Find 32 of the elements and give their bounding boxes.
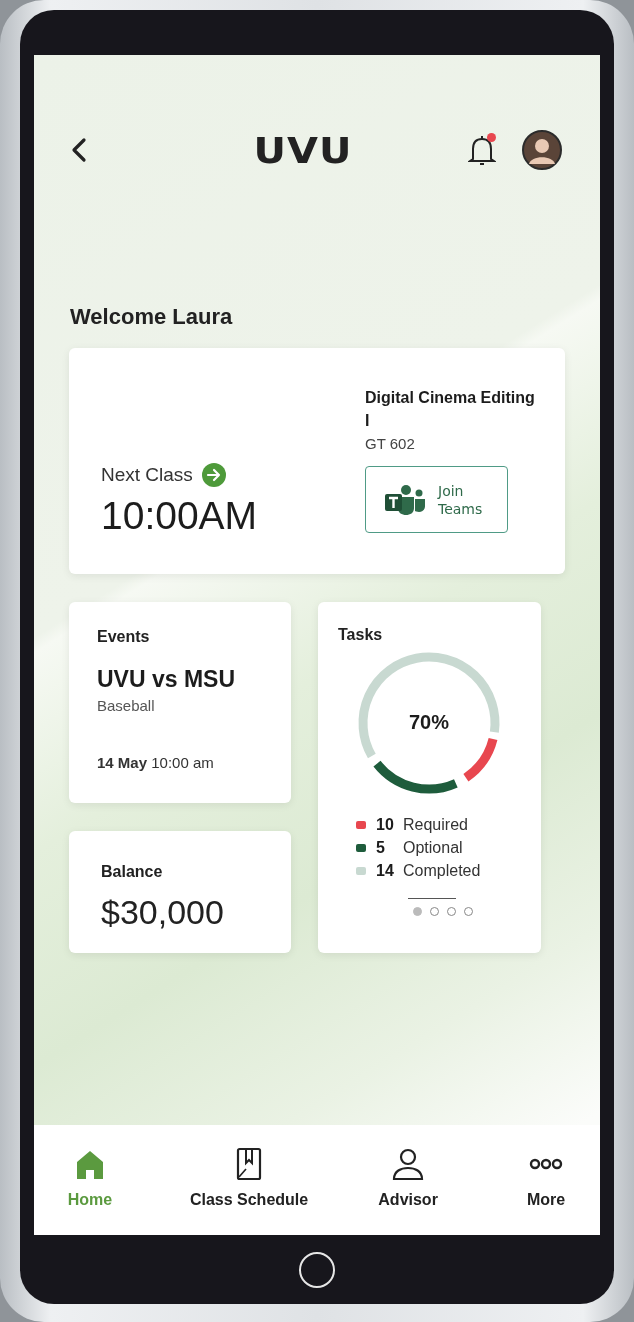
logo-text: UVU	[252, 129, 354, 171]
next-class-label: Next Class	[101, 464, 193, 486]
course-title: Digital Cinema Editing I	[365, 388, 535, 431]
legend-count: 10	[376, 816, 395, 834]
welcome-heading: Welcome Laura	[70, 304, 234, 330]
home-button[interactable]	[299, 1251, 335, 1288]
teams-icon	[384, 483, 426, 516]
event-name: UVU vs MSU	[97, 666, 237, 693]
room-label: GT 602	[365, 435, 416, 452]
event-date-time: 14 May 10:00 am	[97, 754, 215, 771]
back-icon[interactable]	[70, 137, 88, 163]
nav-tab[interactable]: More	[508, 1147, 584, 1235]
join-teams-button[interactable]: Join Teams	[365, 466, 508, 533]
arrow-right-icon[interactable]	[200, 462, 227, 488]
legend-label: Completed	[403, 862, 481, 880]
events-title: Events	[97, 628, 151, 646]
legend-label: Optional	[403, 839, 463, 857]
avatar-icon[interactable]	[522, 130, 562, 170]
event-sport: Baseball	[97, 697, 156, 714]
class-time: 10:00AM	[101, 494, 259, 538]
legend-label: Required	[403, 816, 468, 834]
legend-count: 5	[376, 839, 386, 857]
page-indicator-dot[interactable]	[413, 907, 422, 916]
bell-icon[interactable]	[468, 133, 496, 167]
person-icon	[391, 1147, 426, 1181]
nav-tab[interactable]: Class Schedule	[189, 1147, 309, 1235]
tasks-title: Tasks	[338, 626, 384, 644]
nav-tab[interactable]: Advisor	[370, 1147, 447, 1235]
balance-title: Balance	[101, 863, 164, 881]
legend-count: 14	[376, 862, 395, 880]
tasks-percent: 70%	[408, 711, 450, 734]
balance-amount: $30,000	[101, 893, 225, 932]
